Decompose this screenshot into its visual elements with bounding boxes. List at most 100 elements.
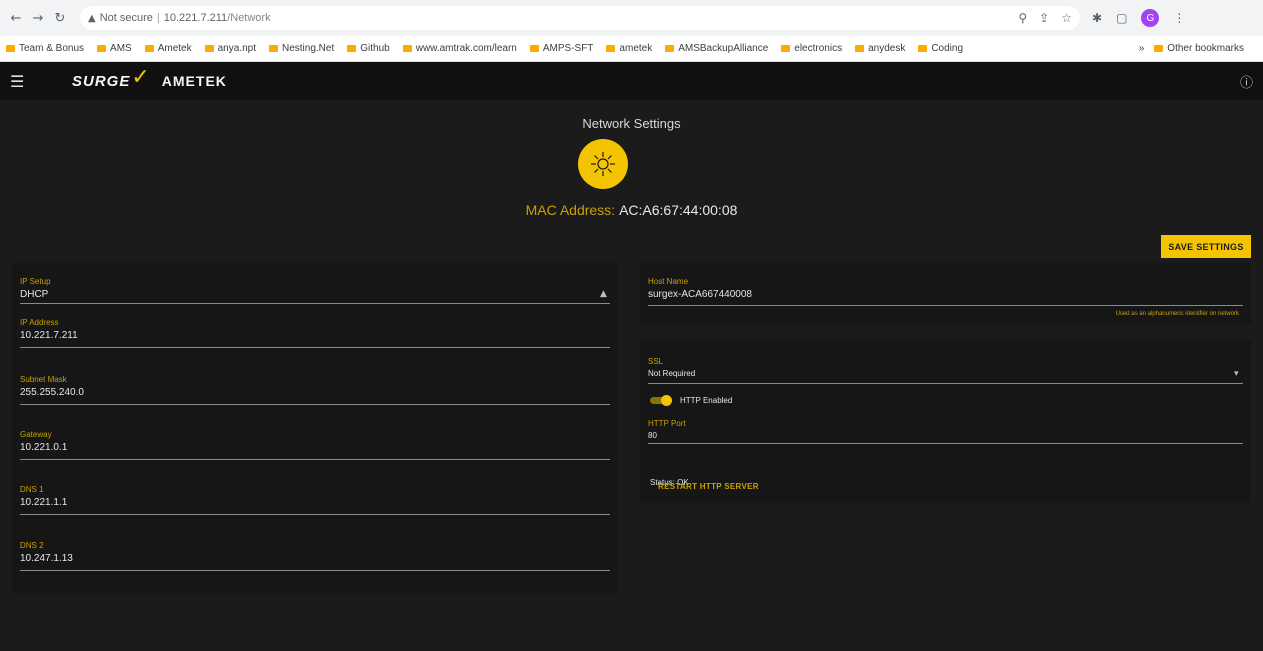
dns2-value: 10.247.1.13 [20,553,73,564]
bookmark-item[interactable]: anydesk [855,43,905,54]
ip-address-label: IP Address [20,318,59,327]
mac-address-value: AC:A6:67:44:00:08 [619,202,738,218]
http-enabled-label: HTTP Enabled [680,396,733,405]
subnet-mask-value: 255.255.240.0 [20,387,84,398]
url-path: /Network [227,12,271,24]
forward-icon[interactable]: → [28,8,48,28]
info-icon[interactable]: ⓘ [1240,72,1253,91]
dns1-label: DNS 1 [20,485,44,494]
bookmark-item[interactable]: www.amtrak.com/learn [402,43,517,54]
surgex-logo: SURGE [72,72,131,90]
ip-address-value: 10.221.7.211 [20,330,78,341]
field-underline [20,514,610,515]
ssl-select[interactable]: SSL Not Required ▾ [648,357,1243,384]
reload-icon[interactable]: ↻ [50,8,70,28]
field-underline [648,383,1243,384]
http-enabled-toggle[interactable] [650,395,672,406]
app-header: ☰ SURGE ✓ AMETEK ⓘ [0,62,1263,100]
bookmark-item[interactable]: anya.npt [204,43,256,54]
menu-icon[interactable]: ⋮ [1173,11,1185,25]
ssl-label: SSL [648,357,664,366]
star-icon[interactable]: ☆ [1061,11,1072,25]
bookmark-item[interactable]: AMS [97,43,132,54]
folder-icon [855,45,865,52]
bookmark-item[interactable]: ametek [606,43,652,54]
ip-address-field[interactable]: IP Address 10.221.7.211 [20,318,610,348]
gateway-value: 10.221.0.1 [20,442,68,453]
toggle-knob [661,395,672,406]
field-underline [20,404,610,405]
dns2-field[interactable]: DNS 2 10.247.1.13 [20,541,610,571]
other-bookmarks[interactable]: Other bookmarks [1154,43,1244,54]
dns2-label: DNS 2 [20,541,44,550]
dns1-value: 10.221.1.1 [20,497,68,508]
folder-icon [204,45,214,52]
back-icon[interactable]: ← [6,8,26,28]
folder-icon [144,45,154,52]
folder-icon [402,45,412,52]
url-host: 10.221.7.211 [163,12,228,24]
zoom-icon[interactable]: ⚲ [1018,11,1027,25]
ip-settings-panel: IP Setup DHCP ▲ IP Address 10.221.7.211 … [12,263,618,593]
folder-icon [529,45,539,52]
share-icon[interactable]: ⇪ [1039,11,1049,25]
hostname-panel: Host Name surgex-ACA667440008 Used as an… [640,263,1251,325]
folder-icon [665,45,675,52]
folder-icon [918,45,928,52]
field-underline [648,305,1243,306]
hostname-label: Host Name [648,277,689,286]
gateway-field[interactable]: Gateway 10.221.0.1 [20,430,610,460]
profile-avatar[interactable]: G [1141,9,1160,27]
save-settings-button[interactable]: SAVE SETTINGS [1161,235,1251,258]
app-root: ☰ SURGE ✓ AMETEK ⓘ Network Settings MAC … [0,62,1263,651]
restart-http-server-button[interactable]: RESTART HTTP SERVER [658,482,759,491]
bookmark-item[interactable]: Ametek [144,43,192,54]
field-underline [20,303,610,304]
ip-setup-value: DHCP [20,289,49,300]
bookmark-item[interactable]: Github [347,43,390,54]
http-port-field[interactable]: HTTP Port 80 [648,419,1243,444]
bookmark-item[interactable]: AMSBackupAlliance [665,43,768,54]
hamburger-menu-icon[interactable]: ☰ [10,72,34,91]
ip-setup-label: IP Setup [20,277,51,286]
dns1-field[interactable]: DNS 1 10.221.1.1 [20,485,610,515]
bookmarks-bar: Team & Bonus AMS Ametek anya.npt Nesting… [0,36,1263,62]
http-port-value: 80 [648,431,657,440]
http-port-label: HTTP Port [648,419,686,428]
field-underline [648,443,1243,444]
folder-icon [781,45,791,52]
security-label: Not secure [99,12,153,24]
bookmark-item[interactable]: Team & Bonus [6,43,84,54]
ip-setup-select[interactable]: IP Setup DHCP ▲ [20,277,610,304]
field-underline [20,570,610,571]
window-icon[interactable]: ▢ [1116,11,1127,25]
bookmark-item[interactable]: Coding [918,43,963,54]
mac-address: MAC Address: AC:A6:67:44:00:08 [0,202,1263,218]
address-bar[interactable]: ▲ Not secure | 10.221.7.211 /Network ⚲ ⇪… [80,6,1080,30]
ametek-logo: AMETEK [161,73,227,89]
subnet-mask-label: Subnet Mask [20,375,67,384]
subnet-mask-field[interactable]: Subnet Mask 255.255.240.0 [20,375,610,405]
extensions-icon[interactable]: ✱ [1092,11,1102,25]
chevron-down-icon[interactable]: » [1139,43,1145,54]
surgex-check-icon: ✓ [131,64,150,90]
folder-icon [347,45,357,52]
hostname-field[interactable]: Host Name surgex-ACA667440008 [648,277,1243,306]
warning-icon: ▲ [88,12,96,24]
folder-icon [6,45,15,52]
field-underline [20,347,610,348]
url-separator: | [156,12,160,24]
page-title: Network Settings [582,116,681,131]
folder-icon [97,45,107,52]
bookmark-item[interactable]: Nesting.Net [269,43,334,54]
folder-icon [1154,45,1164,52]
network-icon [578,139,628,189]
field-underline [20,459,610,460]
browser-toolbar: ← → ↻ ▲ Not secure | 10.221.7.211 /Netwo… [0,0,1263,36]
bookmark-item[interactable]: AMPS-SFT [529,43,593,54]
bookmark-item[interactable]: electronics [781,43,842,54]
dropdown-arrow-icon[interactable]: ▲ [600,289,607,299]
mac-address-label: MAC Address: [525,202,616,218]
gateway-label: Gateway [20,430,52,439]
dropdown-arrow-icon[interactable]: ▾ [1234,369,1239,379]
